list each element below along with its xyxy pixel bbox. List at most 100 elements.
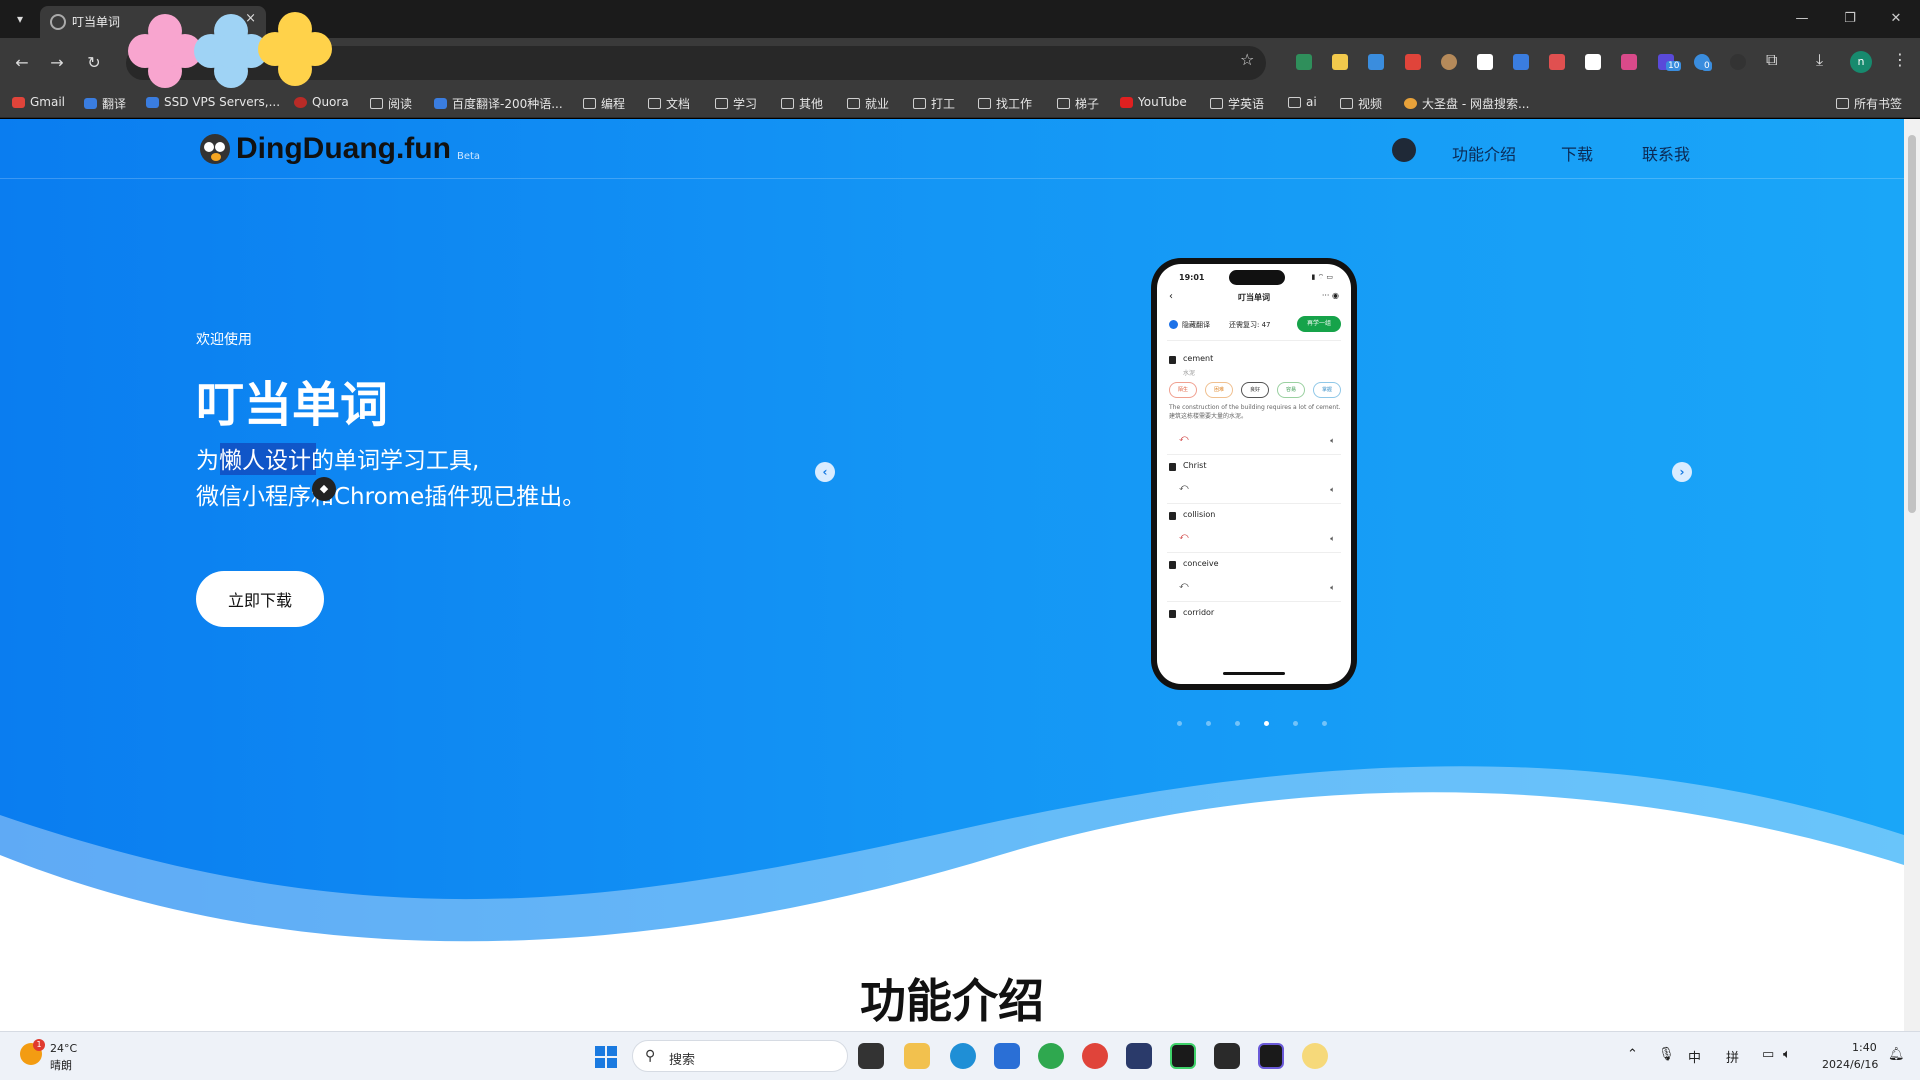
gem-extension-icon[interactable] bbox=[1368, 54, 1384, 70]
store-icon[interactable] bbox=[994, 1043, 1020, 1069]
carousel-dot[interactable] bbox=[1206, 721, 1211, 726]
nav-features[interactable]: 功能介绍 bbox=[1452, 141, 1516, 165]
network-icon[interactable]: ▭ bbox=[1762, 1047, 1774, 1062]
bookmark-folder[interactable]: 打工 bbox=[913, 95, 955, 112]
bookmark-folder[interactable]: 阅读 bbox=[370, 95, 412, 112]
ime-chinese[interactable]: 中 bbox=[1688, 1047, 1701, 1066]
bookmark-folder[interactable]: 编程 bbox=[583, 95, 625, 112]
rating-pill: 困难 bbox=[1205, 382, 1233, 398]
bookmark-folder[interactable]: 就业 bbox=[847, 95, 889, 112]
github-icon[interactable] bbox=[1392, 138, 1416, 162]
audio-wave-icon: ⤺ bbox=[1179, 483, 1189, 493]
carousel-dot[interactable] bbox=[1322, 721, 1327, 726]
clock-time[interactable]: 1:40 bbox=[1852, 1041, 1877, 1054]
bookmark-youtube[interactable]: YouTube bbox=[1120, 95, 1187, 109]
notification-bell-icon[interactable]: 🔔︎ bbox=[1888, 1047, 1905, 1062]
extension-icon[interactable] bbox=[1441, 54, 1457, 70]
extension-icon[interactable] bbox=[1549, 54, 1565, 70]
datagrip-icon[interactable] bbox=[1258, 1043, 1284, 1069]
profile-avatar[interactable]: n bbox=[1850, 51, 1872, 73]
example-sentence: The construction of the building require… bbox=[1169, 403, 1341, 421]
scrollbar-thumb[interactable] bbox=[1908, 135, 1916, 513]
carousel-next-icon[interactable]: › bbox=[1672, 462, 1692, 482]
tab-search-icon[interactable]: ▾ bbox=[8, 8, 32, 30]
reload-icon[interactable]: ↻ bbox=[81, 50, 107, 76]
carousel-dot[interactable] bbox=[1235, 721, 1240, 726]
terminal-icon[interactable] bbox=[1214, 1043, 1240, 1069]
carousel-dot-active[interactable] bbox=[1264, 721, 1269, 726]
start-icon[interactable] bbox=[595, 1046, 617, 1068]
extension-icon[interactable] bbox=[1296, 54, 1312, 70]
dingduang-extension-icon[interactable] bbox=[1730, 54, 1746, 70]
task-view-icon[interactable] bbox=[858, 1043, 884, 1069]
bookmark-quora[interactable]: Quora bbox=[294, 95, 349, 109]
extension-icon[interactable] bbox=[1585, 54, 1601, 70]
microphone-icon[interactable]: 🎙︎ bbox=[1658, 1047, 1675, 1062]
tray-chevron-icon[interactable]: ⌃ bbox=[1627, 1047, 1638, 1062]
speaker-icon: 🔈︎ bbox=[1330, 436, 1335, 445]
bookmark-folder[interactable]: 其他 bbox=[781, 95, 823, 112]
weather-condition[interactable]: 晴朗 bbox=[50, 1057, 72, 1073]
clock-date[interactable]: 2024/6/16 bbox=[1822, 1058, 1878, 1071]
file-explorer-icon[interactable] bbox=[904, 1043, 930, 1069]
extension-icon[interactable] bbox=[1513, 54, 1529, 70]
nav-contact[interactable]: 联系我 bbox=[1642, 141, 1690, 165]
carousel-prev-icon[interactable]: ‹ bbox=[815, 462, 835, 482]
ime-pinyin[interactable]: 拼 bbox=[1726, 1047, 1739, 1066]
extension-icon[interactable] bbox=[1477, 54, 1493, 70]
download-now-button[interactable]: 立即下载 bbox=[196, 571, 324, 627]
app-icon[interactable] bbox=[1302, 1043, 1328, 1069]
taskbar-search[interactable]: ⚲ 搜索 bbox=[632, 1040, 848, 1072]
pycharm-icon[interactable] bbox=[1170, 1043, 1196, 1069]
quora-icon bbox=[294, 96, 307, 108]
sentence-en: The construction of the building require… bbox=[1169, 404, 1341, 411]
restore-icon[interactable]: ❐ bbox=[1828, 8, 1872, 30]
bookmark-folder[interactable]: 文档 bbox=[648, 95, 690, 112]
bookmark-dashengpan[interactable]: 大圣盘 - 网盘搜索... bbox=[1404, 95, 1529, 112]
chrome-icon[interactable] bbox=[1038, 1043, 1064, 1069]
all-bookmarks[interactable]: 所有书签 bbox=[1836, 95, 1902, 112]
pen-extension-icon[interactable] bbox=[1332, 54, 1348, 70]
site-logo[interactable]: DingDuang.fun Beta bbox=[200, 132, 480, 166]
close-window-icon[interactable]: ✕ bbox=[1874, 8, 1918, 30]
bookmark-ssd-vps[interactable]: SSD VPS Servers,... bbox=[146, 95, 280, 109]
extension-badge: 10 bbox=[1666, 61, 1682, 71]
bookmark-folder[interactable]: 梯子 bbox=[1057, 95, 1099, 112]
minimize-icon[interactable]: — bbox=[1780, 8, 1824, 30]
welcome-text: 欢迎使用 bbox=[196, 332, 252, 348]
translate-extension-icon[interactable] bbox=[1621, 54, 1637, 70]
vps-icon bbox=[146, 96, 159, 108]
translate-icon bbox=[84, 98, 97, 109]
forward-icon[interactable]: → bbox=[44, 50, 70, 76]
folder-icon bbox=[583, 98, 596, 109]
carousel-dot[interactable] bbox=[1177, 721, 1182, 726]
browser-menu-icon[interactable]: ⋮ bbox=[1892, 50, 1908, 69]
netease-music-icon[interactable] bbox=[1082, 1043, 1108, 1069]
hero-tagline: 为懒人设计的单词学习工具, 微信小程序和Chrome插件现已推出。 bbox=[196, 443, 585, 515]
word-meaning: 水泥 bbox=[1183, 370, 1196, 377]
bookmark-translate[interactable]: 翻译 bbox=[84, 95, 126, 112]
bookmark-folder[interactable]: 视频 bbox=[1340, 95, 1382, 112]
bookmark-baidu-translate[interactable]: 百度翻译-200种语... bbox=[434, 95, 563, 112]
download-icon[interactable]: ⤓ bbox=[1816, 50, 1823, 70]
bookmark-folder[interactable]: 学习 bbox=[715, 95, 757, 112]
extension-icon[interactable] bbox=[1405, 54, 1421, 70]
nav-download[interactable]: 下载 bbox=[1561, 141, 1593, 165]
carousel-dot[interactable] bbox=[1293, 721, 1298, 726]
volume-icon[interactable]: 🔈︎ bbox=[1783, 1047, 1791, 1062]
bookmark-folder[interactable]: 学英语 bbox=[1210, 95, 1264, 112]
app-icon[interactable] bbox=[1126, 1043, 1152, 1069]
page-scrollbar[interactable] bbox=[1904, 119, 1920, 1031]
folder-icon bbox=[913, 98, 926, 109]
bookmark-star-icon[interactable]: ☆ bbox=[1240, 50, 1254, 69]
extensions-puzzle-icon[interactable]: ⧉ bbox=[1766, 50, 1777, 70]
rating-pill: 容易 bbox=[1277, 382, 1305, 398]
logo-text: DingDuang.fun bbox=[236, 132, 451, 165]
bookmark-folder[interactable]: 找工作 bbox=[978, 95, 1032, 112]
weather-temperature[interactable]: 24°C bbox=[50, 1042, 77, 1055]
bookmark-gmail[interactable]: Gmail bbox=[12, 95, 65, 109]
back-icon[interactable]: ← bbox=[9, 50, 35, 76]
bookmark-folder[interactable]: ai bbox=[1288, 95, 1317, 109]
edge-icon[interactable] bbox=[950, 1043, 976, 1069]
word-corridor: corridor bbox=[1183, 608, 1215, 617]
